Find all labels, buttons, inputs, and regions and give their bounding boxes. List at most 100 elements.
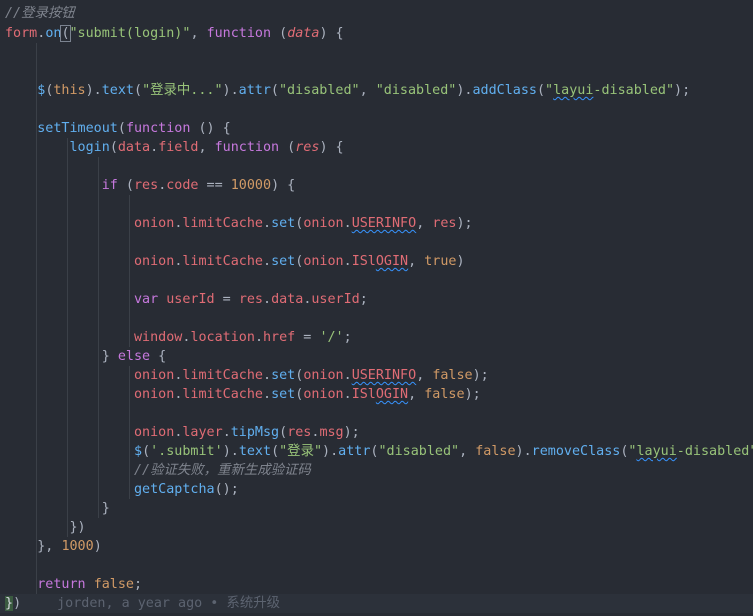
code-line[interactable] — [0, 43, 753, 62]
code-token: false — [475, 444, 516, 459]
code-text: $('.submit').text("登录").attr("disabled",… — [5, 442, 753, 461]
code-line[interactable] — [0, 100, 753, 119]
code-line[interactable]: //验证失败，重新生成验证码 — [0, 461, 753, 480]
code-token: getCaptcha — [134, 482, 215, 497]
code-line[interactable]: $('.submit').text("登录").attr("disabled",… — [0, 442, 753, 461]
indent-guide — [67, 309, 68, 328]
code-token: ( — [279, 140, 296, 155]
code-token: '.submit' — [150, 444, 223, 459]
code-line[interactable]: return false; — [0, 575, 753, 594]
code-token: ( — [270, 83, 279, 98]
indent-guide — [98, 233, 99, 252]
code-token: ); — [343, 425, 360, 440]
code-token: } — [5, 349, 118, 364]
code-token: . — [254, 330, 263, 345]
code-line[interactable]: window.location.href = '/'; — [0, 328, 753, 347]
code-token: data — [287, 26, 320, 41]
code-line[interactable]: getCaptcha(); — [0, 480, 753, 499]
code-token: ) — [456, 254, 465, 269]
code-line[interactable]: login(data.field, function (res) { — [0, 138, 753, 157]
code-token: field — [158, 140, 199, 155]
code-token: res — [238, 292, 263, 307]
code-token: text — [238, 444, 272, 459]
code-line[interactable] — [0, 404, 753, 423]
indent-guide — [98, 271, 99, 290]
indent-guide — [36, 100, 37, 119]
code-token: false — [424, 387, 465, 402]
code-token: layui — [636, 444, 677, 459]
code-line[interactable]: onion.limitCache.set(onion.USERINFO, res… — [0, 214, 753, 233]
indent-guide — [36, 271, 37, 290]
git-blame-annotation: jorden, a year ago • 系统升级 — [57, 596, 280, 611]
code-line[interactable]: var userId = res.data.userId; — [0, 290, 753, 309]
code-line[interactable]: form.on("submit(login)", function (data)… — [0, 24, 753, 43]
code-token: . — [263, 254, 272, 269]
code-token: limitCache — [182, 216, 263, 231]
code-token: ); — [464, 387, 481, 402]
code-line[interactable] — [0, 309, 753, 328]
code-token: login — [69, 140, 110, 155]
code-token: ). — [456, 83, 473, 98]
indent-guide — [36, 195, 37, 214]
code-token: else — [117, 349, 151, 364]
code-token: userId — [166, 292, 215, 307]
code-token: "登录中..." — [142, 83, 223, 98]
code-token: attr — [238, 83, 271, 98]
code-token: . — [343, 216, 352, 231]
code-token: . — [263, 292, 272, 307]
code-line[interactable] — [0, 195, 753, 214]
code-token: ; — [134, 577, 143, 592]
code-token: false — [432, 368, 473, 383]
code-line[interactable]: onion.limitCache.set(onion.USERINFO, fal… — [0, 366, 753, 385]
code-token: return — [37, 577, 86, 592]
code-token: . — [343, 368, 352, 383]
code-line[interactable]: //登录按钮 — [0, 4, 753, 23]
code-line[interactable]: }, 1000) — [0, 537, 753, 556]
code-token: var — [134, 292, 159, 307]
code-token: . — [263, 387, 272, 402]
code-token: ; — [359, 292, 368, 307]
code-line[interactable] — [0, 157, 753, 176]
code-line[interactable]: }) — [0, 518, 753, 537]
code-line[interactable]: } else { — [0, 347, 753, 366]
code-line[interactable]: onion.layer.tipMsg(res.msg); — [0, 423, 753, 442]
code-line[interactable]: $(this).text("登录中...").attr("disabled", … — [0, 81, 753, 100]
code-token: "disabled" — [375, 83, 457, 98]
code-token: href — [263, 330, 296, 345]
code-token: () { — [190, 121, 231, 136]
code-token: -disabled" — [593, 83, 675, 98]
code-line[interactable]: }) jorden, a year ago • 系统升级 — [0, 594, 753, 613]
indent-guide — [36, 233, 37, 252]
code-token: attr — [338, 444, 371, 459]
code-token: set — [271, 387, 296, 402]
code-text: form.on("submit(login)", function (data)… — [5, 24, 344, 43]
code-token: //登录按钮 — [5, 6, 75, 21]
code-line[interactable] — [0, 62, 753, 81]
code-token: userId — [311, 292, 360, 307]
indent-guide — [36, 556, 37, 575]
code-line[interactable]: onion.limitCache.set(onion.ISlOGIN, true… — [0, 252, 753, 271]
code-token: onion — [303, 387, 344, 402]
code-token: text — [101, 83, 134, 98]
code-editor[interactable]: //登录按钮 form.on("submit(login)", function … — [0, 0, 753, 616]
code-line[interactable]: onion.limitCache.set(onion.ISlOGIN, fals… — [0, 385, 753, 404]
code-token: 10000 — [230, 178, 272, 193]
code-token: if — [101, 178, 118, 193]
code-line[interactable] — [0, 233, 753, 252]
code-line[interactable]: if (res.code == 10000) { — [0, 176, 753, 195]
code-text: onion.limitCache.set(onion.USERINFO, res… — [5, 214, 473, 233]
code-token: = — [214, 292, 239, 307]
code-token: res — [295, 140, 320, 155]
code-line[interactable]: setTimeout(function () { — [0, 119, 753, 138]
code-line[interactable] — [0, 271, 753, 290]
indent-guide — [36, 43, 37, 62]
code-token: limitCache — [182, 368, 263, 383]
code-token: "登录" — [279, 444, 323, 459]
code-line[interactable] — [0, 556, 753, 575]
code-line[interactable]: } — [0, 499, 753, 518]
